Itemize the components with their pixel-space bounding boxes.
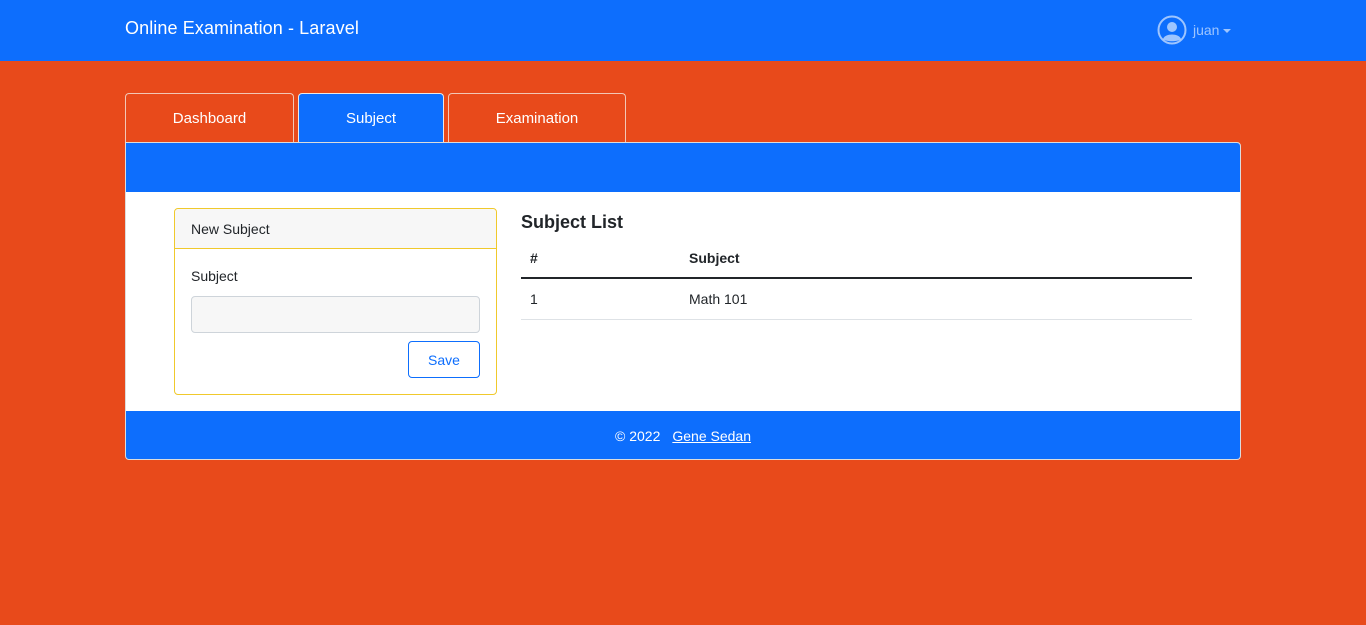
column-header-number: # [521, 238, 680, 279]
user-circle-icon [1157, 15, 1187, 45]
tab-subject[interactable]: Subject [298, 93, 444, 142]
table-row: 1 Math 101 [521, 278, 1192, 320]
tab-dashboard[interactable]: Dashboard [125, 93, 294, 142]
caret-down-icon [1223, 29, 1232, 33]
subject-input[interactable] [191, 296, 480, 333]
save-button[interactable]: Save [408, 341, 480, 378]
tab-examination[interactable]: Examination [448, 93, 626, 142]
subject-table: # Subject 1 Math 101 [521, 238, 1192, 320]
card-header [126, 143, 1240, 192]
subject-list-title: Subject List [521, 212, 624, 232]
row-subject: Math 101 [680, 278, 1192, 320]
brand-link[interactable]: Online Examination - Laravel [125, 18, 359, 39]
main-card: New Subject Subject Save Subject List # … [125, 142, 1241, 460]
table-header-row: # Subject [521, 238, 1192, 279]
tab-label: Dashboard [172, 109, 247, 127]
row-number: 1 [521, 278, 680, 320]
author-link[interactable]: Gene Sedan [672, 428, 751, 444]
new-subject-title: New Subject [175, 209, 496, 249]
tab-label: Subject [345, 109, 397, 127]
column-header-subject: Subject [680, 238, 1192, 279]
copyright-text: © 2022 [615, 427, 661, 444]
top-navbar: Online Examination - Laravel juan [0, 0, 1366, 61]
new-subject-card: New Subject Subject Save [174, 208, 497, 395]
user-name: juan [1193, 22, 1220, 38]
tab-label: Examination [495, 109, 579, 127]
subject-field-label: Subject [191, 268, 238, 284]
card-footer: © 2022 Gene Sedan [126, 411, 1240, 459]
user-menu-toggle[interactable]: juan [1157, 15, 1232, 45]
